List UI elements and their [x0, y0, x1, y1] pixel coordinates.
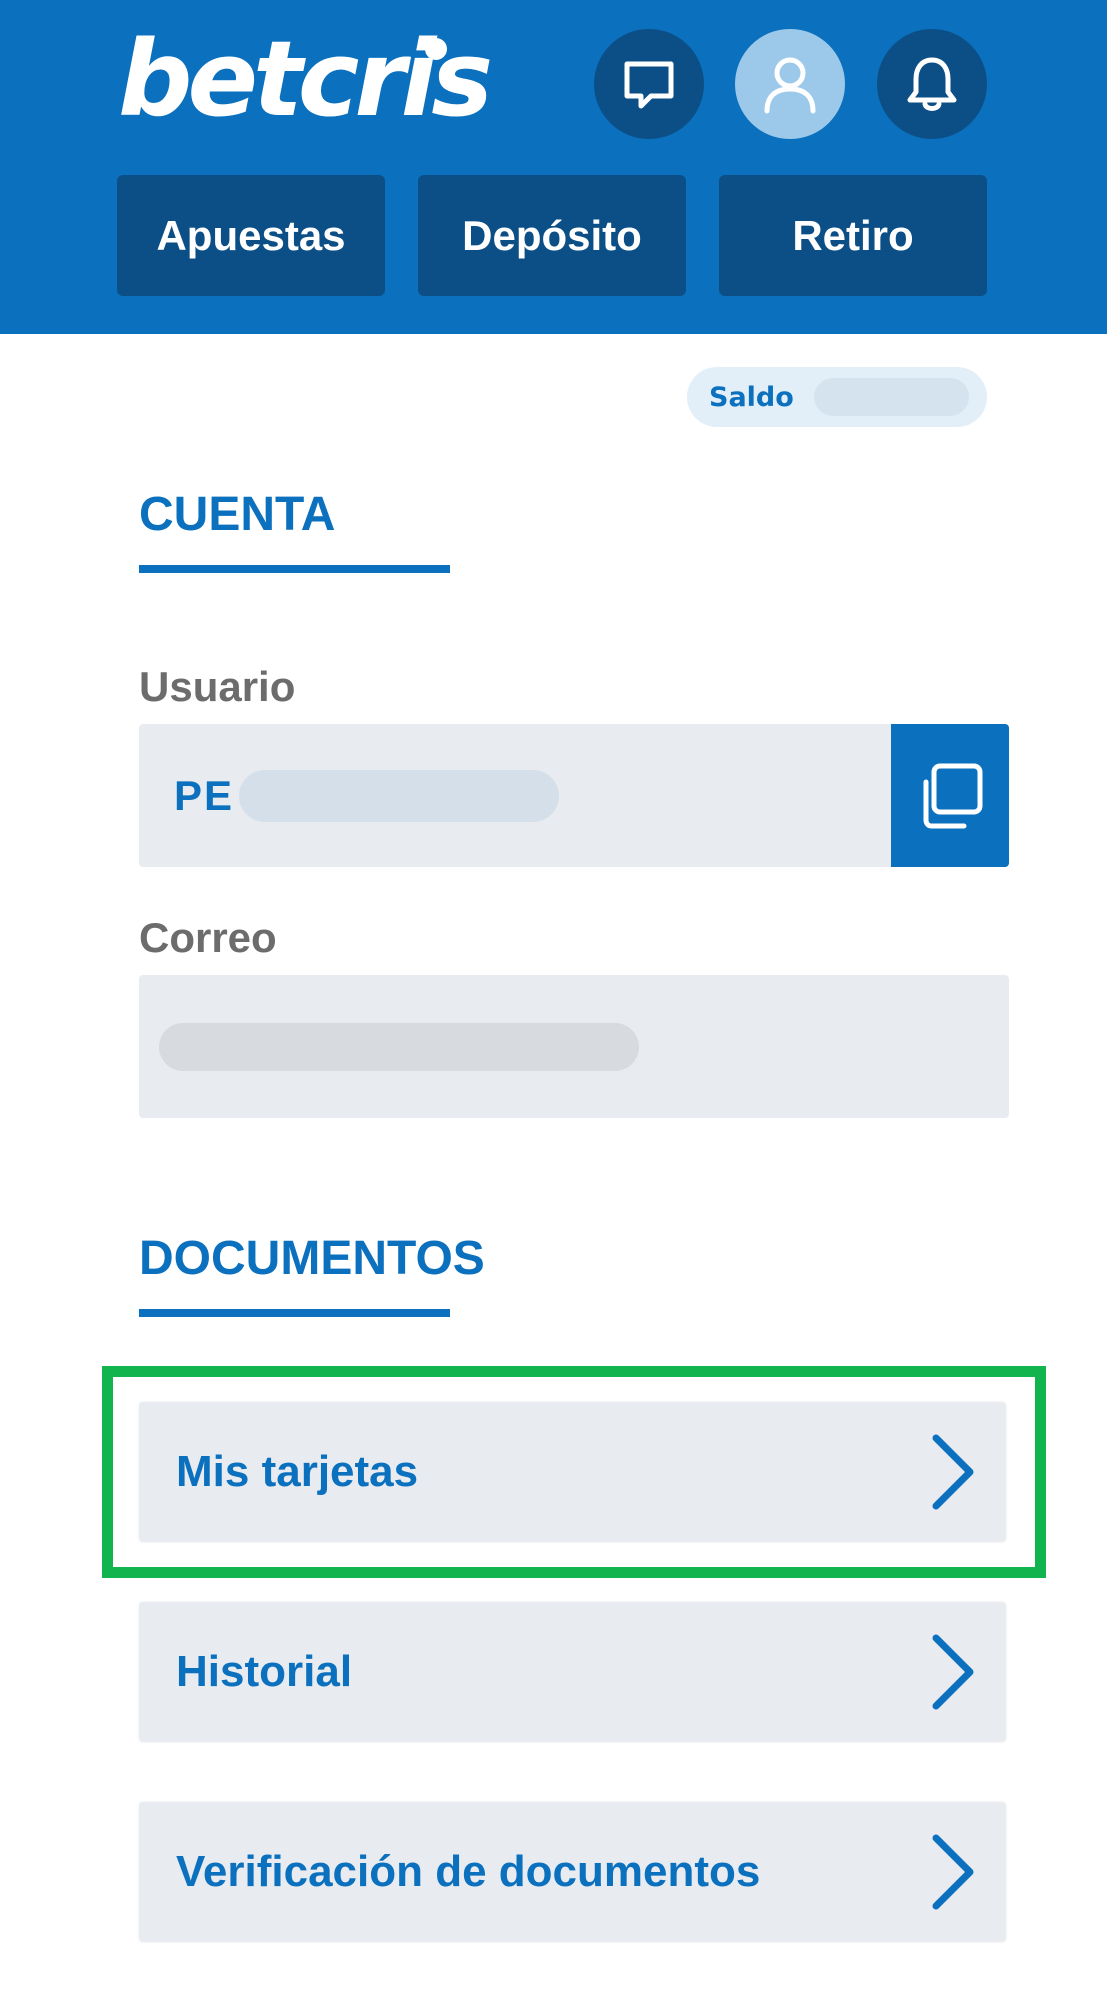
account-section-title: CUENTA — [139, 488, 336, 541]
chevron-right-icon — [932, 1834, 974, 1910]
email-field — [139, 975, 1009, 1118]
logo-ball-icon — [425, 38, 447, 60]
balance-value-redacted — [813, 378, 969, 416]
historial-label: Historial — [176, 1647, 353, 1696]
email-label: Correo — [139, 914, 277, 961]
documents-title-underline — [139, 1309, 450, 1317]
username-value: PE — [174, 772, 235, 819]
verificacion-documentos-label: Verificación de documentos — [176, 1847, 761, 1896]
mis-tarjetas-item[interactable]: Mis tarjetas — [139, 1402, 1006, 1542]
nav-deposito-button[interactable]: Depósito — [418, 175, 686, 296]
username-redacted — [239, 770, 559, 822]
historial-item[interactable]: Historial — [139, 1602, 1006, 1742]
nav-retiro-button[interactable]: Retiro — [719, 175, 987, 296]
chevron-right-icon — [932, 1434, 974, 1510]
email-redacted — [159, 1023, 639, 1071]
bell-icon — [907, 57, 957, 111]
mis-tarjetas-label: Mis tarjetas — [176, 1447, 419, 1496]
user-icon — [764, 57, 816, 114]
username-field: PE — [139, 724, 1009, 867]
chat-button[interactable] — [594, 29, 704, 139]
notifications-button[interactable] — [877, 29, 987, 139]
profile-button[interactable] — [735, 29, 845, 139]
documents-section-title: DOCUMENTOS — [139, 1232, 485, 1285]
verificacion-documentos-item[interactable]: Verificación de documentos — [139, 1802, 1006, 1942]
copy-username-button[interactable] — [891, 724, 1009, 867]
balance-label: Saldo — [709, 381, 794, 413]
chat-icon — [624, 61, 674, 109]
chevron-right-icon — [932, 1634, 974, 1710]
username-label: Usuario — [139, 663, 296, 710]
nav-apuestas-button[interactable]: Apuestas — [117, 175, 385, 296]
balance-pill[interactable]: Saldo — [687, 367, 987, 427]
account-title-underline — [139, 565, 450, 573]
copy-icon — [923, 763, 983, 828]
app-header: betcris Apuestas Depósito Retiro — [0, 0, 1107, 334]
